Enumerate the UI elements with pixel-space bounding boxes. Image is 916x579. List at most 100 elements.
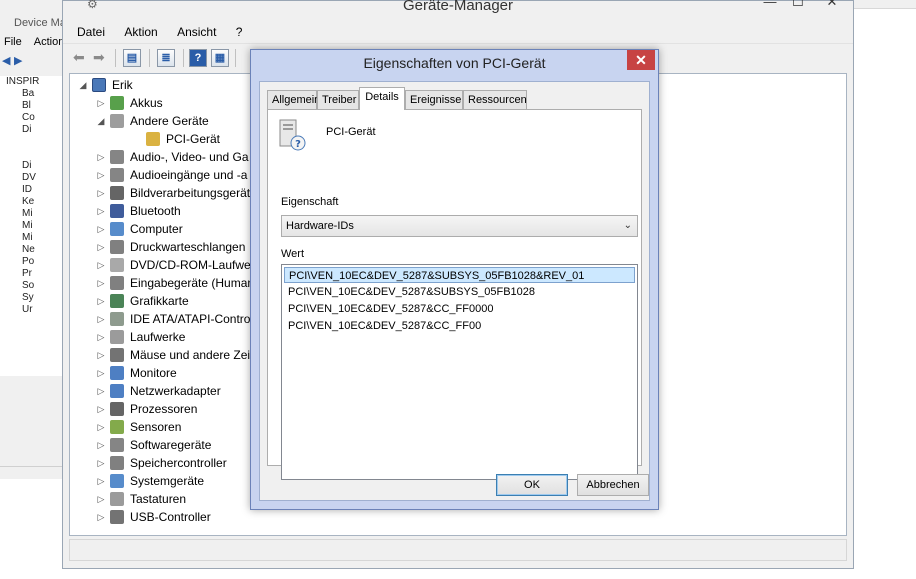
expand-arrow-icon[interactable]: ▷ bbox=[96, 238, 106, 256]
background-tree-item[interactable]: Ke bbox=[0, 196, 62, 208]
properties-dialog[interactable]: Eigenschaften von PCI-Gerät ✕ Allgemein … bbox=[250, 49, 659, 510]
menu-ansicht[interactable]: Ansicht bbox=[177, 25, 216, 39]
forward-arrow-icon[interactable]: ➡ bbox=[93, 49, 105, 66]
background-menu-action[interactable]: Action bbox=[34, 36, 62, 48]
value-list-item[interactable]: PCI\VEN_10EC&DEV_5287&SUBSYS_05FB1028&RE… bbox=[284, 267, 635, 283]
tree-item-label: Prozessoren bbox=[130, 402, 198, 416]
menu-aktion[interactable]: Aktion bbox=[124, 25, 157, 39]
expand-arrow-icon[interactable]: ▷ bbox=[96, 148, 106, 166]
expand-arrow-icon[interactable]: ▷ bbox=[96, 418, 106, 436]
printer-icon bbox=[110, 240, 124, 254]
background-tree-item[interactable] bbox=[0, 136, 62, 148]
expand-arrow-icon[interactable]: ▷ bbox=[96, 256, 106, 274]
menu-datei[interactable]: Datei bbox=[77, 25, 105, 39]
window-titlebar[interactable]: ⚙ Geräte-Manager — ☐ ✕ bbox=[63, 0, 853, 15]
cancel-button[interactable]: Abbrechen bbox=[577, 474, 649, 496]
battery-icon bbox=[110, 96, 124, 110]
background-menu-file[interactable]: File bbox=[4, 36, 22, 48]
background-tree-item[interactable]: Po bbox=[0, 256, 62, 268]
tab-ereignisse[interactable]: Ereignisse bbox=[405, 90, 463, 109]
keyboard-icon bbox=[110, 492, 124, 506]
expand-arrow-icon[interactable]: ▷ bbox=[96, 454, 106, 472]
expand-arrow-icon[interactable]: ▷ bbox=[96, 490, 106, 508]
show-hide-console-tree-icon[interactable]: ▤ bbox=[123, 49, 141, 67]
background-tree-item[interactable]: Bl bbox=[0, 100, 62, 112]
background-tree-item[interactable]: Sy bbox=[0, 292, 62, 304]
property-select[interactable]: Hardware-IDs ⌄ bbox=[281, 215, 638, 237]
other-devices-icon bbox=[110, 114, 124, 128]
expand-arrow-icon[interactable]: ▷ bbox=[96, 274, 106, 292]
background-tree-item[interactable]: So bbox=[0, 280, 62, 292]
tree-item-label: Speichercontroller bbox=[130, 456, 227, 470]
tree-item-label: Grafikkarte bbox=[130, 294, 189, 308]
value-list-item[interactable]: PCI\VEN_10EC&DEV_5287&CC_FF0000 bbox=[284, 301, 635, 317]
expand-arrow-icon[interactable]: ▷ bbox=[96, 382, 106, 400]
software-device-icon bbox=[110, 438, 124, 452]
help-icon[interactable]: ? bbox=[189, 49, 207, 67]
background-device-tree[interactable]: INSPIR Ba Bl Co Di Di DV ID Ke Mi Mi Mi Ne Po Pr So Sy Ur bbox=[0, 76, 62, 376]
background-tree-item[interactable]: Ba bbox=[0, 88, 62, 100]
expand-arrow-icon[interactable]: ▷ bbox=[96, 292, 106, 310]
background-tree-item[interactable]: INSPIR bbox=[0, 76, 62, 88]
expand-arrow-icon[interactable]: ▷ bbox=[96, 472, 106, 490]
properties-icon[interactable]: ≣ bbox=[157, 49, 175, 67]
forward-arrow-icon[interactable]: ▶ bbox=[14, 54, 22, 67]
background-window-title: Device Manag bbox=[0, 13, 62, 33]
background-tree-item[interactable]: Di bbox=[0, 124, 62, 136]
expand-arrow-icon[interactable]: ▷ bbox=[96, 184, 106, 202]
system-device-icon bbox=[110, 474, 124, 488]
expand-arrow-icon[interactable]: ▷ bbox=[96, 328, 106, 346]
tree-item-label: IDE ATA/ATAPI-Contro bbox=[130, 312, 251, 326]
background-tree-item[interactable]: Ur bbox=[0, 304, 62, 316]
background-tree-item[interactable] bbox=[0, 148, 62, 160]
collapse-arrow-icon[interactable]: ◢ bbox=[78, 76, 88, 94]
background-tree-item[interactable]: Co bbox=[0, 112, 62, 124]
background-tree-item[interactable]: Mi bbox=[0, 232, 62, 244]
value-list-item[interactable]: PCI\VEN_10EC&DEV_5287&CC_FF00 bbox=[284, 318, 635, 334]
menu-help[interactable]: ? bbox=[236, 25, 243, 39]
svg-text:?: ? bbox=[295, 139, 301, 150]
expand-arrow-icon[interactable]: ▷ bbox=[96, 310, 106, 328]
background-tree-item[interactable]: Pr bbox=[0, 268, 62, 280]
expand-arrow-icon[interactable]: ▷ bbox=[96, 220, 106, 238]
view-icon[interactable]: ▦ bbox=[211, 49, 229, 67]
tab-allgemein[interactable]: Allgemein bbox=[267, 90, 320, 109]
expand-arrow-icon[interactable]: ▷ bbox=[96, 436, 106, 454]
property-select-value: Hardware-IDs bbox=[286, 220, 354, 232]
tab-ressourcen[interactable]: Ressourcen bbox=[463, 90, 527, 109]
background-tree-item[interactable]: Mi bbox=[0, 220, 62, 232]
expand-arrow-icon[interactable]: ▷ bbox=[96, 166, 106, 184]
speaker-icon bbox=[110, 150, 124, 164]
expand-arrow-icon[interactable]: ▷ bbox=[96, 400, 106, 418]
tree-item-label: DVD/CD-ROM-Laufwe bbox=[130, 258, 251, 272]
expand-arrow-icon[interactable]: ▷ bbox=[96, 508, 106, 526]
background-tree-item[interactable]: Ne bbox=[0, 244, 62, 256]
dialog-close-button[interactable]: ✕ bbox=[627, 50, 655, 70]
expand-arrow-icon[interactable]: ▷ bbox=[96, 346, 106, 364]
ok-button[interactable]: OK bbox=[496, 474, 568, 496]
tree-item-label: Akkus bbox=[130, 96, 163, 110]
tree-item-label: Netzwerkadapter bbox=[130, 384, 221, 398]
value-list-item[interactable]: PCI\VEN_10EC&DEV_5287&SUBSYS_05FB1028 bbox=[284, 284, 635, 300]
storage-controller-icon bbox=[110, 456, 124, 470]
details-tab-panel: ? PCI-Gerät Eigenschaft Hardware-IDs ⌄ W… bbox=[267, 109, 642, 480]
expand-arrow-icon[interactable]: ▷ bbox=[96, 94, 106, 112]
background-tree-item[interactable]: Mi bbox=[0, 208, 62, 220]
tab-treiber[interactable]: Treiber bbox=[317, 90, 359, 109]
background-tree-item[interactable]: ID bbox=[0, 184, 62, 196]
maximize-button[interactable]: ☐ bbox=[785, 0, 811, 9]
background-tree-item[interactable]: Di bbox=[0, 160, 62, 172]
tab-details[interactable]: Details bbox=[359, 87, 405, 110]
tree-root-label: Erik bbox=[112, 78, 133, 92]
expand-arrow-icon[interactable]: ▷ bbox=[96, 202, 106, 220]
back-arrow-icon[interactable]: ⬅ bbox=[73, 49, 85, 66]
minimize-button[interactable]: — bbox=[757, 0, 783, 9]
expand-arrow-icon[interactable]: ▷ bbox=[96, 364, 106, 382]
back-arrow-icon[interactable]: ◀ bbox=[2, 54, 10, 67]
value-listbox[interactable]: PCI\VEN_10EC&DEV_5287&SUBSYS_05FB1028&RE… bbox=[281, 264, 638, 480]
background-device-manager-window[interactable]: Device Manag File Action ◀ ▶ INSPIRBaBlCo… bbox=[0, 0, 63, 479]
network-icon bbox=[110, 384, 124, 398]
close-button[interactable]: ✕ bbox=[819, 0, 845, 9]
collapse-arrow-icon[interactable]: ◢ bbox=[96, 112, 106, 130]
background-tree-item[interactable]: DV bbox=[0, 172, 62, 184]
